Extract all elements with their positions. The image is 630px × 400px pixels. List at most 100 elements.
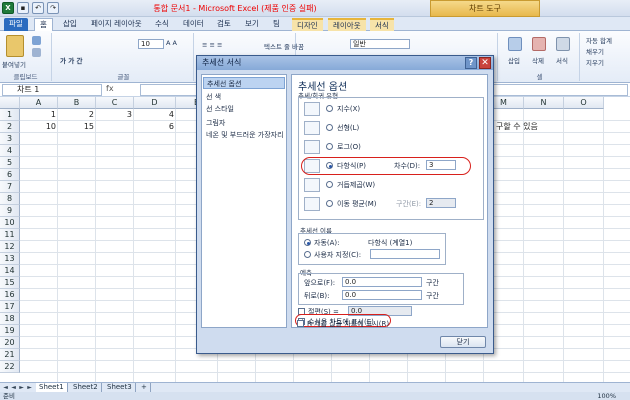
row-header-13[interactable]: 13 [0, 253, 20, 265]
copy-icon[interactable] [32, 48, 41, 57]
row-header-11[interactable]: 11 [0, 229, 20, 241]
name-custom-field[interactable] [370, 249, 440, 259]
row-header-17[interactable]: 17 [0, 301, 20, 313]
radio-name-custom[interactable] [304, 251, 311, 258]
row-header-20[interactable]: 20 [0, 337, 20, 349]
redo-icon[interactable]: ↷ [47, 2, 59, 14]
row-header-4[interactable]: 4 [0, 145, 20, 157]
period-spinner[interactable]: 2 [426, 198, 456, 208]
tab-file[interactable]: 파일 [4, 18, 28, 31]
row-header-14[interactable]: 14 [0, 265, 20, 277]
column-header-n[interactable]: N [524, 97, 564, 109]
sheet-tab-2[interactable]: Sheet2 [70, 383, 102, 392]
row-header-9[interactable]: 9 [0, 205, 20, 217]
bold-icon[interactable]: 가 가 간 [60, 55, 82, 65]
format-cells-label[interactable]: 서식 [556, 55, 568, 65]
row-header-6[interactable]: 6 [0, 169, 20, 181]
linear-label[interactable]: 선형(L) [337, 123, 359, 133]
close-icon[interactable]: ✕ [479, 57, 491, 69]
row-header-7[interactable]: 7 [0, 181, 20, 193]
radio-exponential[interactable] [326, 105, 333, 112]
cell-a2[interactable]: 10 [20, 121, 58, 133]
column-header-o[interactable]: O [564, 97, 604, 109]
backward-field[interactable]: 0.0 [342, 290, 422, 300]
row-header-3[interactable]: 3 [0, 133, 20, 145]
autosum-button[interactable]: 자동 합계 [586, 35, 612, 45]
radio-power[interactable] [326, 181, 333, 188]
cell-c1[interactable]: 3 [96, 109, 134, 121]
row-header-16[interactable]: 16 [0, 289, 20, 301]
insert-cells-label[interactable]: 삽입 [508, 55, 520, 65]
tab-team[interactable]: 팀 [268, 18, 285, 31]
name-box[interactable]: 차트 1 [2, 84, 102, 96]
tab-data[interactable]: 데이터 [178, 18, 209, 31]
cell-d1[interactable]: 4 [134, 109, 176, 121]
tab-review[interactable]: 검토 [212, 18, 236, 31]
tab-insert[interactable]: 삽입 [58, 18, 82, 31]
zoom-level[interactable]: 100% [597, 392, 616, 400]
fill-button[interactable]: 채우기 [586, 46, 604, 56]
row-header-22[interactable]: 22 [0, 361, 20, 373]
tab-design[interactable]: 디자인 [292, 18, 323, 31]
name-custom-label[interactable]: 사용자 지정(C): [314, 250, 361, 260]
row-header-1[interactable]: 1 [0, 109, 20, 121]
undo-icon[interactable]: ↶ [32, 2, 44, 14]
grow-font-icon[interactable]: A A [166, 39, 177, 47]
power-label[interactable]: 거듭제곱(W) [337, 180, 375, 190]
row-header-2[interactable]: 2 [0, 121, 20, 133]
column-header-d[interactable]: D [134, 97, 176, 109]
tab-format[interactable]: 서식 [370, 18, 394, 31]
row-header-15[interactable]: 15 [0, 277, 20, 289]
forward-field[interactable]: 0.0 [342, 277, 422, 287]
delete-cells-icon[interactable] [532, 37, 546, 51]
column-header-c[interactable]: C [96, 97, 134, 109]
cell-b1[interactable]: 2 [58, 109, 96, 121]
nav-item-trendline-options[interactable]: 추세선 옵션 [203, 77, 285, 89]
close-button[interactable]: 닫기 [440, 336, 486, 348]
column-header-a[interactable]: A [20, 97, 58, 109]
clear-button[interactable]: 지우기 [586, 57, 604, 67]
format-cells-icon[interactable] [556, 37, 570, 51]
nav-item-line-style[interactable]: 선 스타일 [203, 103, 285, 115]
tab-layout[interactable]: 레이아웃 [328, 18, 366, 31]
row-header-18[interactable]: 18 [0, 313, 20, 325]
help-icon[interactable]: ? [465, 57, 477, 69]
insert-sheet-icon[interactable]: + [138, 383, 151, 392]
row-header-10[interactable]: 10 [0, 217, 20, 229]
row-header-19[interactable]: 19 [0, 325, 20, 337]
tab-home[interactable]: 홈 [34, 18, 53, 31]
cell-b2[interactable]: 15 [58, 121, 96, 133]
cut-icon[interactable] [32, 36, 41, 45]
select-all-corner[interactable] [0, 97, 20, 109]
cell-text-overflow[interactable]: 구할 수 있음 [496, 121, 576, 133]
show-r-squared-label[interactable]: R-제곱 값을 차트에 표시(R) [307, 319, 389, 329]
exponential-label[interactable]: 지수(X) [337, 104, 360, 114]
row-header-5[interactable]: 5 [0, 157, 20, 169]
radio-moving-average[interactable] [326, 200, 333, 207]
fx-icon[interactable]: fx [106, 84, 136, 96]
cell-d2[interactable]: 6 [134, 121, 176, 133]
sheet-tab-1[interactable]: Sheet1 [36, 383, 68, 392]
tab-page-layout[interactable]: 페이지 레이아웃 [86, 18, 147, 31]
column-header-b[interactable]: B [58, 97, 96, 109]
delete-cells-label[interactable]: 삭제 [532, 55, 544, 65]
tab-view[interactable]: 보기 [240, 18, 264, 31]
row-header-12[interactable]: 12 [0, 241, 20, 253]
sheet-tab-3[interactable]: Sheet3 [104, 383, 136, 392]
save-icon[interactable]: ▪ [17, 2, 29, 14]
logarithmic-label[interactable]: 로그(O) [337, 142, 361, 152]
font-size-field[interactable]: 10 [138, 39, 164, 49]
nav-item-glow-soft-edges[interactable]: 네온 및 부드러운 가장자리 [203, 129, 285, 141]
paste-icon[interactable] [6, 35, 24, 57]
excel-logo-icon[interactable]: X [2, 2, 14, 14]
insert-cells-icon[interactable] [508, 37, 522, 51]
align-lines-icon[interactable]: ≡ ≡ ≡ [202, 41, 222, 49]
number-format-select[interactable]: 일반 [350, 39, 410, 49]
tab-formulas[interactable]: 수식 [150, 18, 174, 31]
radio-logarithmic[interactable] [326, 143, 333, 150]
last-sheet-icon[interactable]: ► [26, 384, 33, 392]
first-sheet-icon[interactable]: ◄ [2, 384, 9, 392]
next-sheet-icon[interactable]: ► [18, 384, 25, 392]
show-r-squared-checkbox[interactable] [297, 320, 304, 327]
cell-a1[interactable]: 1 [20, 109, 58, 121]
